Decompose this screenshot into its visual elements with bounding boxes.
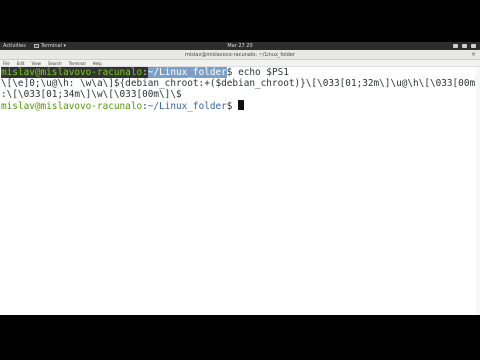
output-line-2: :\[\033[01;34m\]\w\[\033[00m\]\$ [1,89,182,100]
menu-bar: File Edit View Search Terminal Help [0,60,480,67]
clock[interactable]: Mar 27 20 [0,42,480,50]
video-letterbox-bottom [0,315,480,360]
prompt-path: ~/Linux_folder [147,67,227,78]
prompt-path: ~/Linux_folder [147,101,227,112]
prompt-colon: : [142,67,148,78]
terminal-output[interactable]: mislav@mislavovo-racunalo:~/Linux_folder… [0,67,480,315]
menu-search[interactable]: Search [48,60,62,66]
prompt-user-host: mislav@mislavovo-racunalo [1,67,143,78]
output-line-1: \[\e]0;\u@\h: \w\a\]${debian_chroot:+($d… [1,78,480,89]
prompt-line-1: mislav@mislavovo-racunalo:~/Linux_folder… [1,67,480,78]
menu-view[interactable]: View [31,60,41,66]
menu-help[interactable]: Help [93,60,102,66]
video-letterbox-top [0,0,480,42]
window-titlebar[interactable]: mislav@mislavovo-racunalo: ~/Linux_folde… [0,50,480,60]
menu-file[interactable]: File [3,60,10,66]
close-icon[interactable]: × [471,51,476,59]
system-status-area[interactable] [453,42,476,48]
prompt-user-host: mislav@mislavovo-racunalo [1,101,143,112]
command-text: $ echo $PS1 [226,67,289,78]
network-icon [453,44,458,48]
volume-icon [462,44,467,48]
prompt-line-2: mislav@mislavovo-racunalo:~/Linux_folder… [1,100,480,112]
window-title: mislav@mislavovo-racunalo: ~/Linux_folde… [185,52,295,58]
prompt-dollar: $ [226,101,239,112]
terminal-scrollbar[interactable] [476,67,480,315]
menu-edit[interactable]: Edit [17,60,25,66]
desktop-top-bar: Activities Terminal ▾ Mar 27 20 [0,42,480,50]
power-icon [471,44,476,48]
menu-terminal[interactable]: Terminal [69,60,86,66]
text-cursor [238,100,245,110]
